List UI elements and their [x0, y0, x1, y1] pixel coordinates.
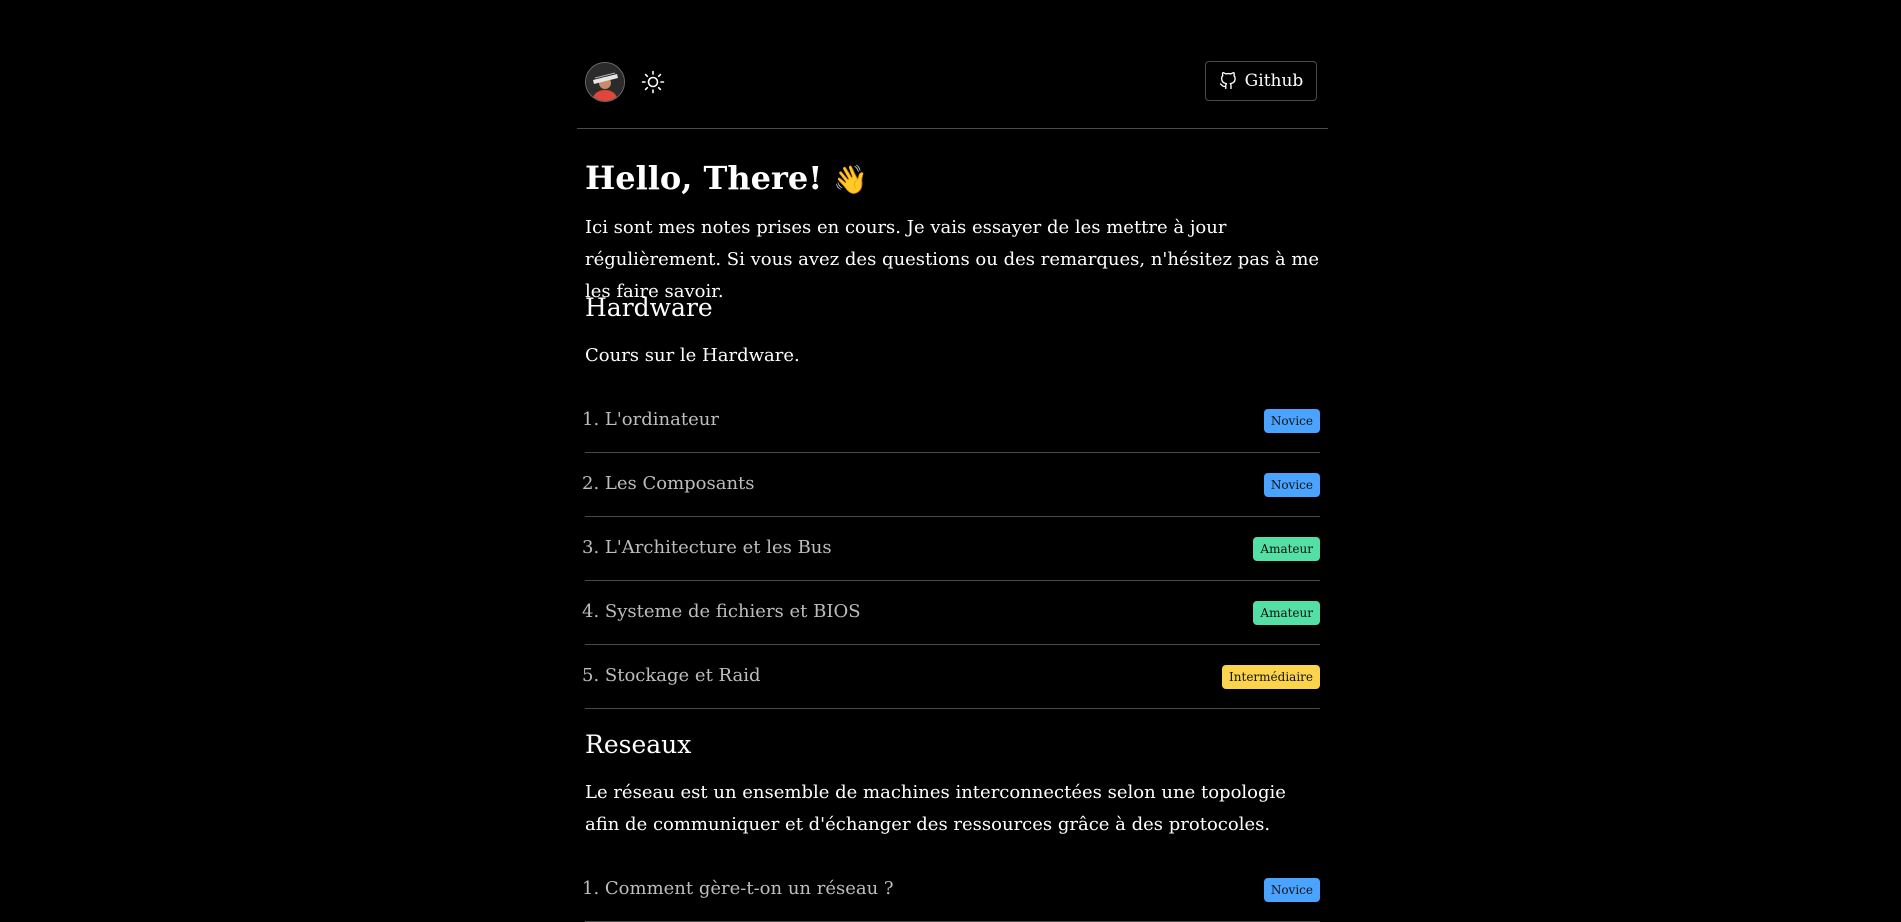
- level-badge: Intermédiaire: [1222, 665, 1320, 689]
- list-item[interactable]: 3. L'Architecture et les Bus Amateur: [582, 517, 1320, 581]
- page-title: Hello, There! 👋: [585, 156, 868, 202]
- list-item[interactable]: 1. Comment gère-t-on un réseau ? Novice: [582, 858, 1320, 922]
- avatar[interactable]: [585, 62, 625, 102]
- level-badge: Novice: [1263, 473, 1320, 497]
- section-description-hardware: Cours sur le Hardware.: [585, 345, 800, 366]
- header: Github: [577, 0, 1328, 129]
- section-title-reseaux: Reseaux: [585, 730, 692, 759]
- course-link[interactable]: 2. Les Composants: [582, 472, 755, 496]
- level-badge: Amateur: [1253, 601, 1320, 625]
- course-link[interactable]: 5. Stockage et Raid: [582, 664, 761, 688]
- github-label: Github: [1244, 71, 1304, 91]
- course-list-reseaux: 1. Comment gère-t-on un réseau ? Novice: [582, 858, 1320, 922]
- level-badge: Novice: [1263, 409, 1320, 433]
- course-link[interactable]: 1. L'ordinateur: [582, 408, 719, 432]
- waving-hand-icon: 👋: [833, 163, 869, 196]
- list-item[interactable]: 1. L'ordinateur Novice: [582, 389, 1320, 453]
- level-badge: Amateur: [1253, 537, 1320, 561]
- page-title-text: Hello, There!: [585, 159, 823, 197]
- list-item[interactable]: 4. Systeme de fichiers et BIOS Amateur: [582, 581, 1320, 645]
- course-link[interactable]: 1. Comment gère-t-on un réseau ?: [582, 877, 894, 901]
- github-button[interactable]: Github: [1205, 61, 1317, 101]
- sun-icon[interactable]: [641, 70, 665, 94]
- list-item[interactable]: 5. Stockage et Raid Intermédiaire: [582, 645, 1320, 709]
- avatar-image: [586, 63, 624, 101]
- course-link[interactable]: 3. L'Architecture et les Bus: [582, 536, 832, 560]
- course-link[interactable]: 4. Systeme de fichiers et BIOS: [582, 600, 861, 624]
- level-badge: Novice: [1263, 878, 1320, 902]
- section-description-reseaux: Le réseau est un ensemble de machines in…: [585, 782, 1286, 835]
- page: Github Hello, There! 👋 Ici sont mes note…: [577, 0, 1328, 922]
- github-icon: [1219, 72, 1237, 90]
- section-title-hardware: Hardware: [585, 293, 713, 322]
- course-list-hardware: 1. L'ordinateur Novice 2. Les Composants…: [582, 389, 1320, 709]
- list-item[interactable]: 2. Les Composants Novice: [582, 453, 1320, 517]
